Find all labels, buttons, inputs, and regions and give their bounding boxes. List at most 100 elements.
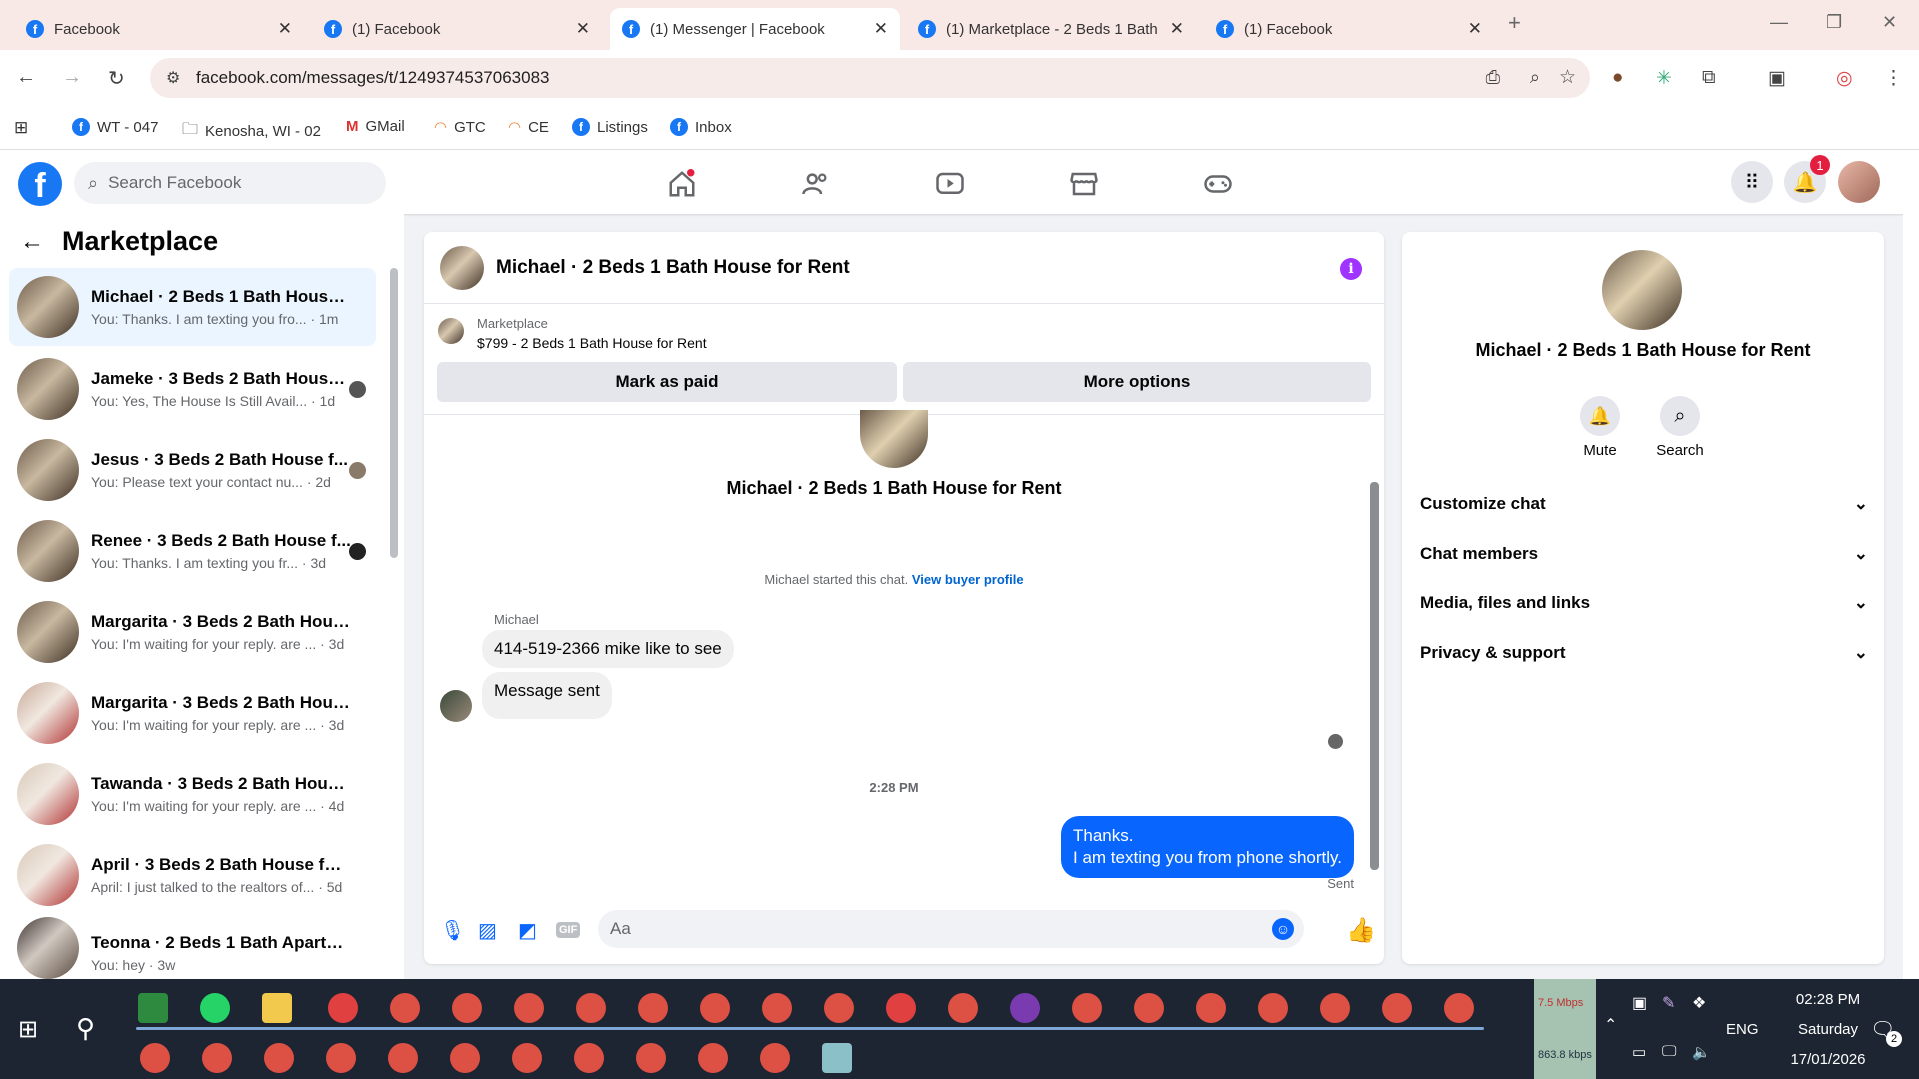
chrome-icon[interactable] bbox=[452, 993, 482, 1023]
extensions-puzzle-icon[interactable]: ⧉ bbox=[1702, 67, 1716, 89]
tab-search-icon[interactable]: ▣ bbox=[1768, 67, 1786, 90]
view-buyer-profile-link[interactable]: View buyer profile bbox=[912, 572, 1024, 587]
extension-icon[interactable]: ✳ bbox=[1656, 67, 1672, 90]
bookmark-star-icon[interactable]: ☆ bbox=[1559, 66, 1576, 89]
browser-tab-2[interactable]: f (1) Facebook ✕ bbox=[312, 8, 602, 50]
bookmark-wt-047[interactable]: f WT - 047 bbox=[72, 118, 158, 136]
notifications-button[interactable]: 🔔 1 bbox=[1784, 155, 1830, 203]
chat-members-section[interactable]: Chat members ⌄ bbox=[1420, 544, 1868, 564]
dropbox-icon[interactable]: ❖ bbox=[1692, 993, 1706, 1013]
close-tab-icon[interactable]: ✕ bbox=[576, 19, 590, 39]
bookmark-inbox[interactable]: f Inbox bbox=[670, 118, 732, 136]
microphone-icon[interactable]: 🎙 bbox=[440, 918, 465, 943]
bookmark-kenosha[interactable]: 🗀 Kenosha, WI - 02 bbox=[182, 118, 321, 145]
marketplace-nav-button[interactable] bbox=[1054, 166, 1114, 202]
chrome-icon[interactable] bbox=[636, 1043, 666, 1073]
file-explorer-icon[interactable] bbox=[262, 993, 292, 1023]
chrome-icon[interactable] bbox=[450, 1043, 480, 1073]
chrome-menu-icon[interactable]: ⋮ bbox=[1884, 67, 1903, 90]
close-tab-icon[interactable]: ✕ bbox=[278, 19, 292, 39]
chrome-icon[interactable] bbox=[762, 993, 792, 1023]
restore-icon[interactable]: ❐ bbox=[1826, 12, 1842, 33]
conversation-item[interactable]: Michael · 2 Beds 1 Bath House f... You: T… bbox=[9, 268, 376, 346]
forward-icon[interactable]: → bbox=[62, 66, 82, 89]
outgoing-message[interactable]: Thanks. I am texting you from phone short… bbox=[1061, 816, 1354, 878]
close-tab-icon[interactable]: ✕ bbox=[1170, 19, 1184, 39]
chrome-icon[interactable] bbox=[886, 993, 916, 1023]
conversation-item[interactable]: Jesus · 3 Beds 2 Bath House f... You: Ple… bbox=[9, 431, 376, 509]
chrome-icon[interactable] bbox=[1134, 993, 1164, 1023]
gaming-nav-button[interactable] bbox=[1188, 166, 1248, 202]
conversation-item[interactable]: Margarita · 3 Beds 2 Bath House... You: I… bbox=[9, 593, 376, 671]
chat-title[interactable]: Michael · 2 Beds 1 Bath House for Rent bbox=[496, 257, 850, 279]
search-input[interactable]: ⌕ Search Facebook bbox=[74, 162, 386, 204]
listing-title[interactable]: $799 - 2 Beds 1 Bath House for Rent bbox=[477, 335, 707, 351]
chrome-icon[interactable] bbox=[388, 1043, 418, 1073]
app-icon[interactable] bbox=[138, 993, 168, 1023]
chrome-icon[interactable] bbox=[700, 993, 730, 1023]
reload-icon[interactable]: ↻ bbox=[108, 66, 125, 91]
facebook-logo-icon[interactable]: f bbox=[18, 162, 62, 206]
new-tab-icon[interactable]: + bbox=[1508, 10, 1521, 36]
chrome-icon[interactable] bbox=[824, 993, 854, 1023]
bookmark-ce[interactable]: ◠ CE bbox=[508, 118, 549, 137]
watch-nav-button[interactable] bbox=[920, 166, 980, 202]
close-tab-icon[interactable]: ✕ bbox=[1468, 19, 1482, 39]
bookmark-listings[interactable]: f Listings bbox=[572, 118, 648, 136]
gif-icon[interactable]: GIF bbox=[556, 922, 581, 938]
chrome-icon[interactable] bbox=[638, 993, 668, 1023]
chrome-icon[interactable] bbox=[1010, 993, 1040, 1023]
conversation-item[interactable]: Teonna · 2 Beds 1 Bath Apartment You: hey… bbox=[9, 917, 376, 979]
chrome-icon[interactable] bbox=[574, 1043, 604, 1073]
search-icon[interactable]: ⚲ bbox=[76, 1013, 95, 1044]
close-tab-icon[interactable]: ✕ bbox=[874, 19, 888, 39]
site-info-icon[interactable]: ⚙ bbox=[166, 68, 180, 88]
conversation-item[interactable]: April · 3 Beds 2 Bath House for ... April… bbox=[9, 836, 376, 914]
chrome-icon[interactable] bbox=[948, 993, 978, 1023]
photo-icon[interactable]: ▨ bbox=[478, 918, 497, 943]
chrome-icon[interactable] bbox=[1444, 993, 1474, 1023]
search-conversation-button[interactable]: ⌕ bbox=[1660, 396, 1700, 436]
conversation-item[interactable]: Tawanda · 3 Beds 2 Bath House ... You: I'… bbox=[9, 755, 376, 833]
info-icon[interactable]: i bbox=[1340, 258, 1362, 280]
browser-tab-3-active[interactable]: f (1) Messenger | Facebook ✕ bbox=[610, 8, 900, 50]
browser-tab-1[interactable]: f Facebook ✕ bbox=[14, 8, 304, 50]
media-files-links-section[interactable]: Media, files and links ⌄ bbox=[1420, 593, 1868, 613]
battery-icon[interactable]: ▭ bbox=[1632, 1043, 1646, 1061]
language-indicator[interactable]: ENG bbox=[1726, 1021, 1759, 1038]
whatsapp-icon[interactable] bbox=[200, 993, 230, 1023]
privacy-support-section[interactable]: Privacy & support ⌄ bbox=[1420, 643, 1868, 663]
chrome-icon[interactable] bbox=[1258, 993, 1288, 1023]
network-icon[interactable]: 🖵 bbox=[1662, 1043, 1676, 1060]
customize-chat-section[interactable]: Customize chat ⌄ bbox=[1420, 494, 1868, 514]
message-composer-input[interactable]: Aa ☺ bbox=[598, 910, 1304, 948]
home-nav-button[interactable] bbox=[652, 166, 712, 202]
chrome-icon[interactable] bbox=[264, 1043, 294, 1073]
chrome-icon[interactable] bbox=[328, 993, 358, 1023]
chrome-icon[interactable] bbox=[1320, 993, 1350, 1023]
apps-grid-icon[interactable]: ⊞ bbox=[14, 118, 28, 138]
app-icon[interactable] bbox=[822, 1043, 852, 1073]
menu-button[interactable]: ⠿ bbox=[1731, 161, 1773, 203]
chrome-icon[interactable] bbox=[202, 1043, 232, 1073]
conversation-item[interactable]: Margarita · 3 Beds 2 Bath House... You: I… bbox=[9, 674, 376, 752]
conversation-item[interactable]: Renee · 3 Beds 2 Bath House f... You: Tha… bbox=[9, 512, 376, 590]
chrome-icon[interactable] bbox=[576, 993, 606, 1023]
more-options-button[interactable]: More options bbox=[903, 362, 1371, 402]
emoji-icon[interactable]: ☺ bbox=[1272, 918, 1294, 940]
install-app-icon[interactable]: ⎙ bbox=[1486, 67, 1500, 88]
incoming-message[interactable]: Message sent bbox=[482, 672, 612, 719]
profile-avatar[interactable] bbox=[1602, 250, 1682, 330]
chrome-icon[interactable] bbox=[1196, 993, 1226, 1023]
mute-button[interactable]: 🔔 bbox=[1580, 396, 1620, 436]
url-bar[interactable]: ⚙ facebook.com/messages/t/12493745370630… bbox=[150, 58, 1590, 98]
thumbs-up-icon[interactable]: 👍 bbox=[1346, 916, 1376, 945]
window-close-icon[interactable]: ✕ bbox=[1882, 12, 1897, 33]
chrome-icon[interactable] bbox=[1072, 993, 1102, 1023]
chrome-icon[interactable] bbox=[514, 993, 544, 1023]
conversation-list-scrollbar[interactable] bbox=[390, 268, 398, 558]
chrome-icon[interactable] bbox=[326, 1043, 356, 1073]
zoom-icon[interactable]: ⌕ bbox=[1530, 67, 1540, 88]
sticker-icon[interactable]: ◩ bbox=[518, 918, 537, 943]
tray-expand-icon[interactable]: ⌃ bbox=[1604, 1015, 1617, 1035]
